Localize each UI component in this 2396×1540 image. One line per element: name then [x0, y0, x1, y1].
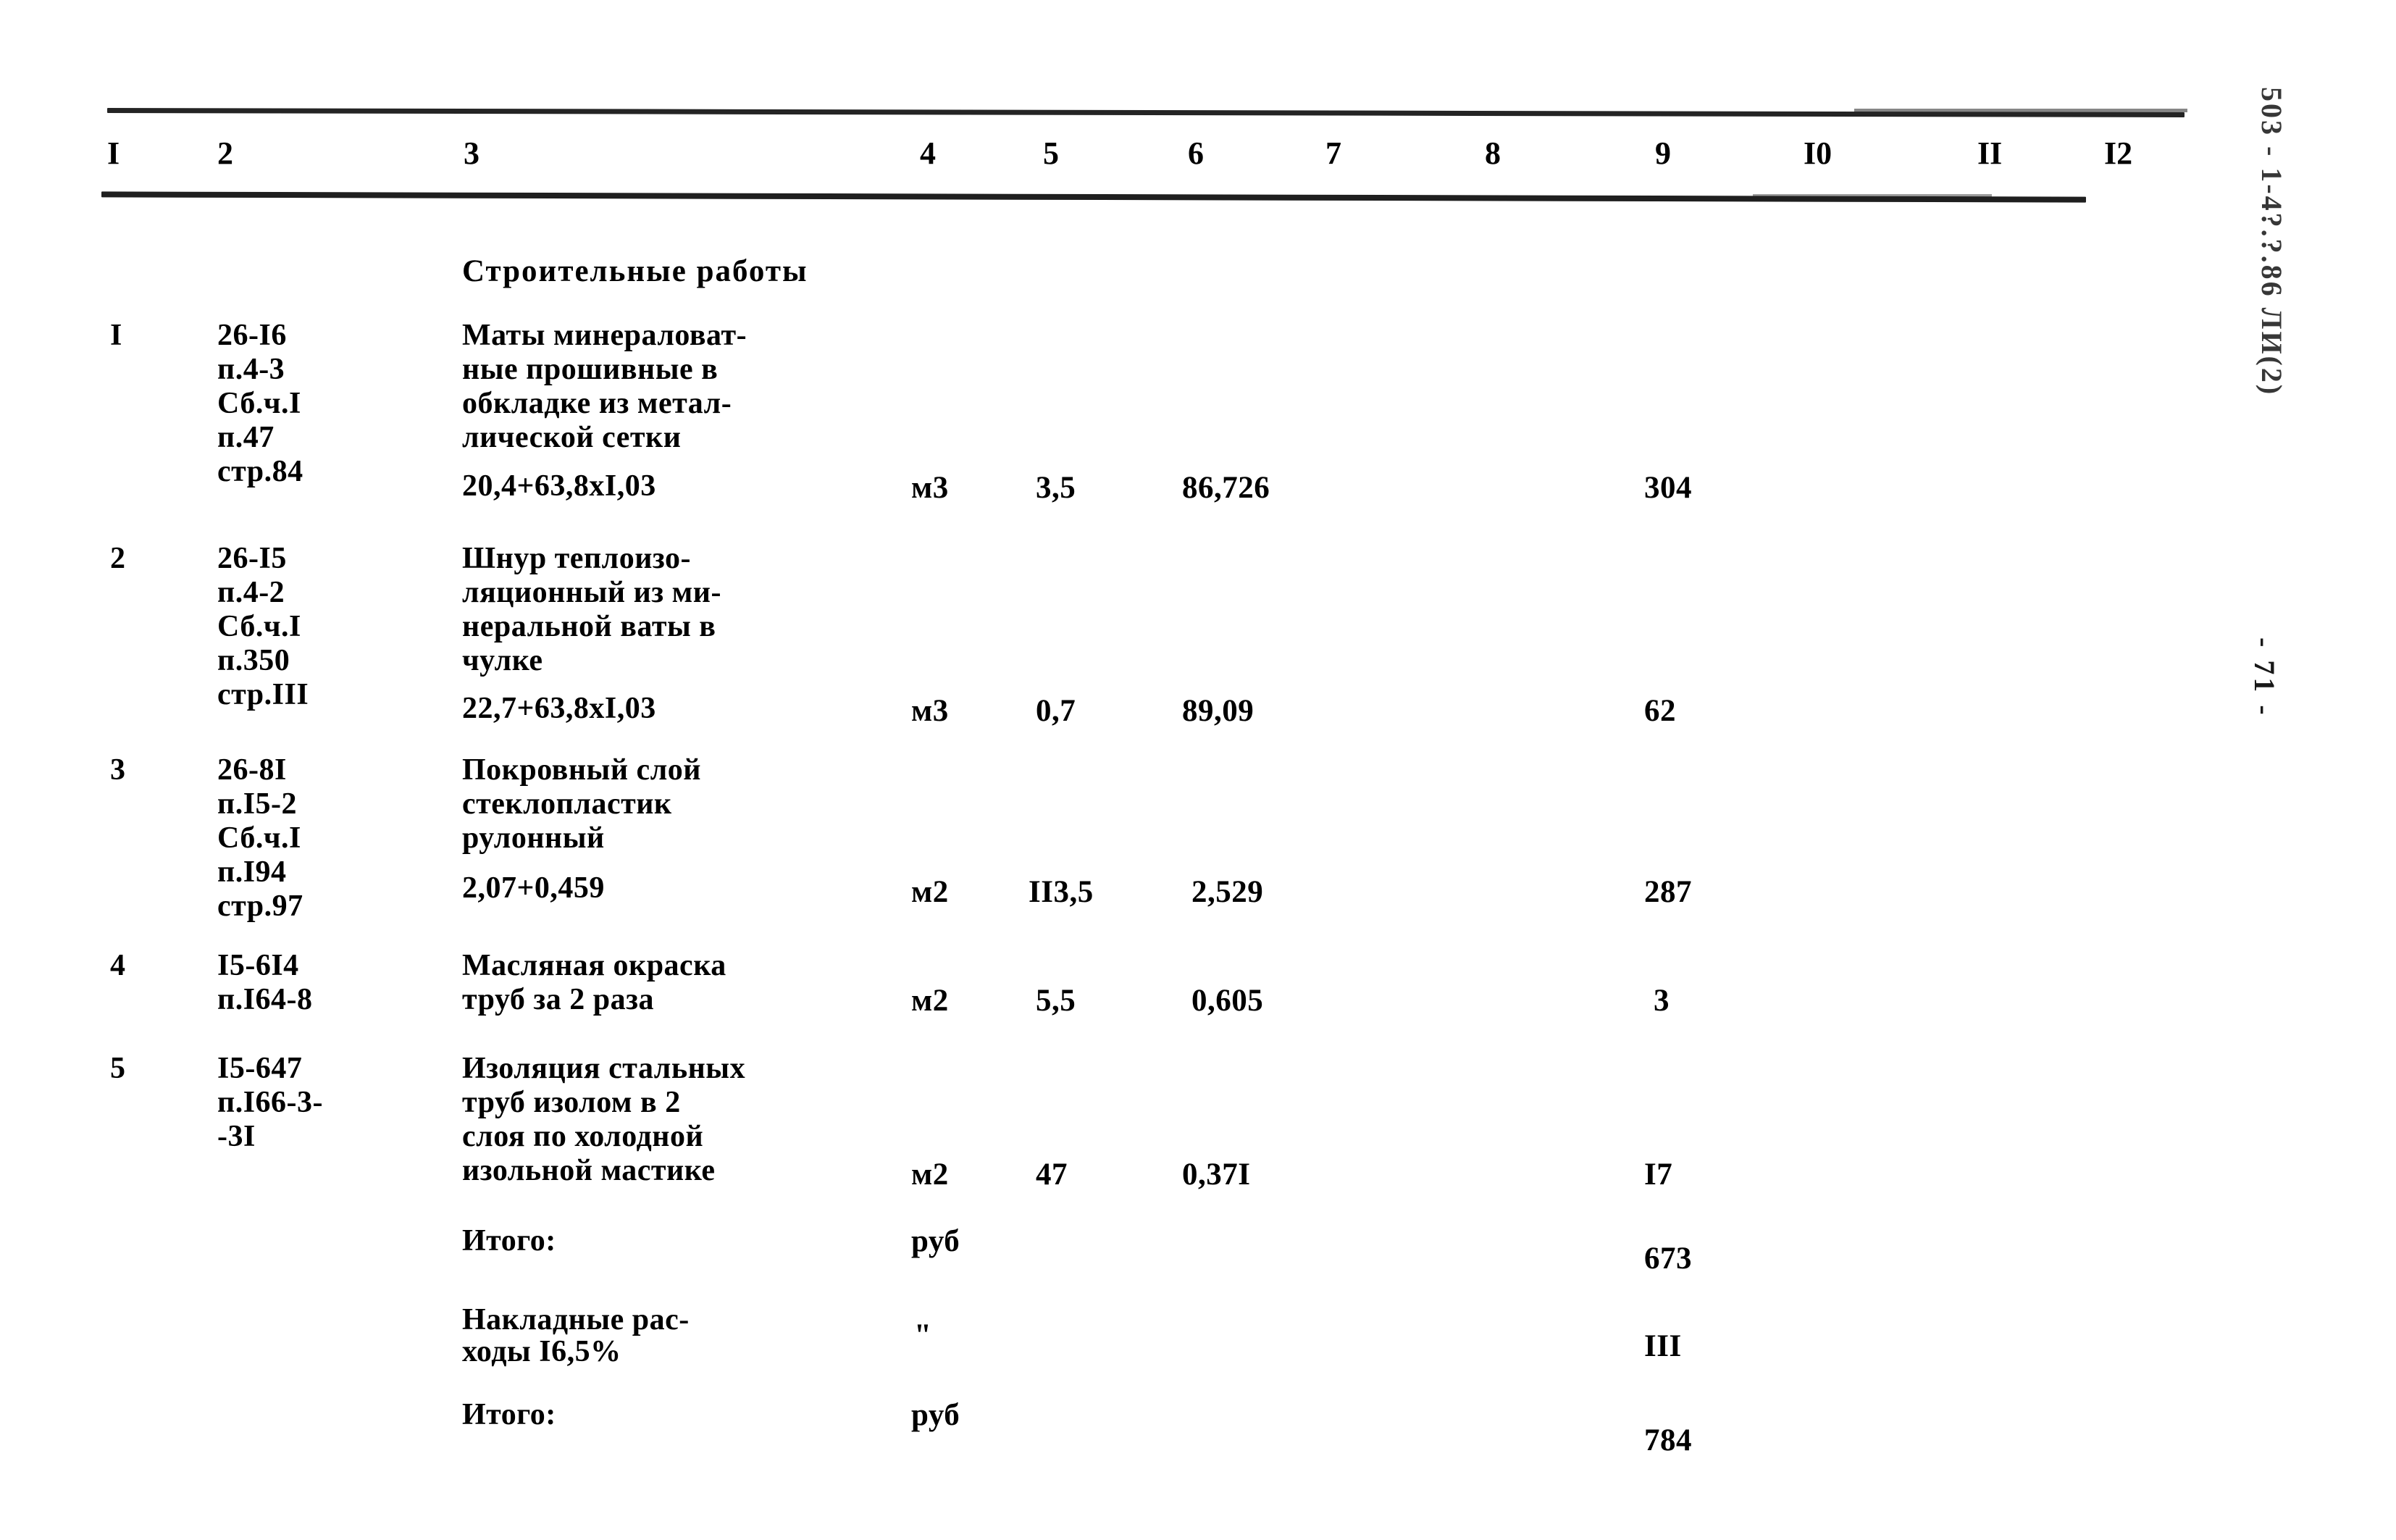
column-header-2: 2: [217, 135, 233, 171]
table-row-2-code: 26-I5 п.4-2 Сб.ч.I п.350 стр.III: [217, 542, 309, 711]
table-row-2-unit: м3: [911, 694, 949, 728]
table-row-5-description: Изоляция стальных труб изолом в 2 слоя п…: [462, 1052, 746, 1187]
table-row-3-unit: м2: [911, 875, 949, 909]
table-row-1-formula: 20,4+63,8xI,03: [462, 469, 656, 503]
column-header-9: 9: [1655, 135, 1671, 171]
table-row-1-unit: м3: [911, 471, 949, 505]
table-row-4-total: 3: [1654, 984, 1670, 1018]
table-row-3-qty: II3,5: [1029, 875, 1094, 909]
table-row-5-unit: м2: [911, 1158, 949, 1192]
table-row-4-code: I5-6I4 п.I64-8: [217, 949, 313, 1016]
table-row-3-code: 26-8I п.I5-2 Сб.ч.I п.I94 стр.97: [217, 753, 303, 923]
table-row-4-description: Масляная окраска труб за 2 раза: [462, 949, 726, 1016]
column-header-5: 5: [1043, 135, 1059, 171]
table-row-2-no: 2: [110, 542, 126, 575]
table-row-1-code: 26-I6 п.4-3 Сб.ч.I п.47 стр.84: [217, 319, 303, 488]
column-header-11: II: [1977, 135, 2003, 171]
summary-row-2-unit: ": [914, 1318, 932, 1352]
table-row-2-qty: 0,7: [1036, 694, 1076, 728]
table-row-4-no: 4: [110, 949, 126, 982]
table-row-1-price: 86,726: [1182, 471, 1270, 505]
summary-row-3-label: Итого:: [462, 1398, 556, 1431]
summary-row-3-total: 784: [1644, 1423, 1692, 1457]
table-row-1-no: I: [110, 319, 122, 352]
summary-row-2-total: III: [1644, 1329, 1682, 1363]
table-row-4-price: 0,605: [1191, 984, 1264, 1018]
summary-row-2-label: Накладные рас- ходы I6,5%: [462, 1303, 690, 1368]
column-header-8: 8: [1485, 135, 1501, 171]
summary-row-3-unit: руб: [911, 1398, 960, 1432]
column-header-1: I: [107, 135, 120, 171]
scanned-page: I 2 3 4 5 6 7 8 9 I0 II I2 Строительные …: [0, 0, 2396, 1540]
table-top-rule-faded-tail: [1854, 109, 2187, 112]
table-row-2-price: 89,09: [1182, 694, 1254, 728]
table-row-5-code: I5-647 п.I66-3- -3I: [217, 1052, 324, 1153]
section-title: Строительные работы: [462, 254, 808, 288]
table-row-2-total: 62: [1644, 694, 1676, 728]
column-header-3: 3: [464, 135, 479, 171]
table-row-3-total: 287: [1644, 875, 1692, 909]
table-row-2-description: Шнур теплоизо- ляционный из ми- нерально…: [462, 542, 721, 677]
table-row-4-unit: м2: [911, 984, 949, 1018]
table-row-3-no: 3: [110, 753, 126, 787]
table-row-3-formula: 2,07+0,459: [462, 871, 605, 905]
table-row-1-description: Маты минераловат- ные прошивные в обклад…: [462, 319, 747, 454]
column-header-4: 4: [920, 135, 936, 171]
table-row-3-price: 2,529: [1191, 875, 1264, 909]
margin-stamp-code: 503 - 1-4?.?.86 ЛИ(2): [2255, 87, 2288, 397]
scan-edge-vignette: [0, 0, 2396, 1540]
table-row-5-qty: 47: [1036, 1158, 1068, 1192]
summary-row-1-unit: руб: [911, 1224, 960, 1258]
table-row-5-total: I7: [1644, 1158, 1673, 1192]
table-header-bottom-rule-faded-tail: [1753, 194, 1992, 198]
table-row-3-description: Покровный слой стеклопластик рулонный: [462, 753, 701, 855]
column-header-6: 6: [1188, 135, 1204, 171]
table-row-5-price: 0,37I: [1182, 1158, 1251, 1192]
table-row-2-formula: 22,7+63,8xI,03: [462, 692, 656, 725]
column-header-7: 7: [1325, 135, 1341, 171]
summary-row-1-total: 673: [1644, 1242, 1692, 1276]
column-header-10: I0: [1804, 135, 1832, 171]
margin-stamp-page-number: - 71 -: [2248, 637, 2281, 718]
summary-row-1-label: Итого:: [462, 1224, 556, 1257]
table-row-1-total: 304: [1644, 471, 1692, 505]
column-header-12: I2: [2104, 135, 2133, 171]
table-row-5-no: 5: [110, 1052, 126, 1085]
table-row-4-qty: 5,5: [1036, 984, 1076, 1018]
table-row-1-qty: 3,5: [1036, 471, 1076, 505]
